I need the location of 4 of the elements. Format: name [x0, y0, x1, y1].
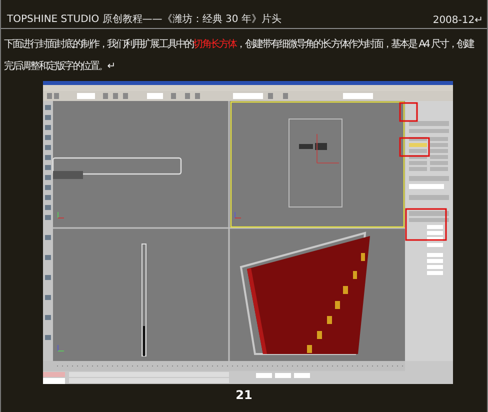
- body-paragraph: 下面进行封面封底的制作，我们利用扩展工具中的切角长方体，创建带有细微导角的长方体作为封面，基本是 A4 尺寸，创建 完后调整和定版字的位置。↵: [3, 38, 476, 74]
- document-date: 2008-12↵: [432, 15, 483, 26]
- page-number: 21: [236, 388, 252, 402]
- document-title: TOPSHINE STUDIO 原创教程——《潍坊：经典 30 年》片头: [7, 12, 282, 26]
